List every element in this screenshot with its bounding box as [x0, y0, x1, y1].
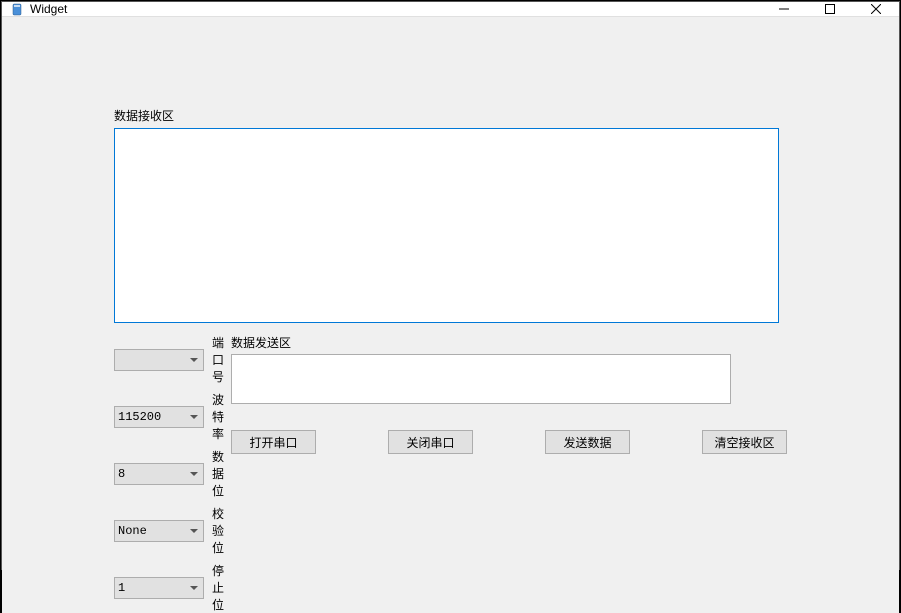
receive-textarea[interactable] — [114, 128, 779, 323]
baud-row: 115200 波特率 — [114, 391, 231, 442]
stopbits-label: 停止位 — [212, 562, 231, 613]
send-area-label: 数据发送区 — [231, 334, 787, 351]
window-title: Widget — [30, 2, 761, 16]
window-controls — [761, 2, 899, 16]
close-button[interactable] — [853, 2, 899, 16]
titlebar: Widget — [2, 2, 899, 17]
databits-select[interactable]: 8 — [114, 463, 204, 485]
databits-label: 数据位 — [212, 448, 231, 499]
maximize-button[interactable] — [807, 2, 853, 16]
open-port-button[interactable]: 打开串口 — [231, 430, 316, 454]
settings-column: 端口号 115200 波特率 8 数 — [114, 334, 231, 613]
app-icon — [10, 2, 24, 16]
mid-row: 端口号 115200 波特率 8 数 — [114, 334, 787, 613]
clear-recv-button[interactable]: 清空接收区 — [702, 430, 787, 454]
close-port-button[interactable]: 关闭串口 — [388, 430, 473, 454]
client-area: 数据接收区 端口号 115200 — [2, 17, 899, 613]
stopbits-row: 1 停止位 — [114, 562, 231, 613]
baud-select[interactable]: 115200 — [114, 406, 204, 428]
recv-area-label: 数据接收区 — [114, 107, 787, 124]
baud-label: 波特率 — [212, 391, 231, 442]
port-label: 端口号 — [212, 334, 231, 385]
send-column: 数据发送区 打开串口 关闭串口 发送数据 清空接收区 — [231, 334, 787, 613]
parity-select[interactable]: None — [114, 520, 204, 542]
parity-row: None 校验位 — [114, 505, 231, 556]
send-data-button[interactable]: 发送数据 — [545, 430, 630, 454]
button-row: 打开串口 关闭串口 发送数据 清空接收区 — [231, 430, 787, 454]
send-textarea[interactable] — [231, 354, 731, 404]
stopbits-select[interactable]: 1 — [114, 577, 204, 599]
port-row: 端口号 — [114, 334, 231, 385]
port-select[interactable] — [114, 349, 204, 371]
app-window: Widget 数据接收区 — [1, 1, 900, 570]
databits-row: 8 数据位 — [114, 448, 231, 499]
parity-label: 校验位 — [212, 505, 231, 556]
minimize-button[interactable] — [761, 2, 807, 16]
